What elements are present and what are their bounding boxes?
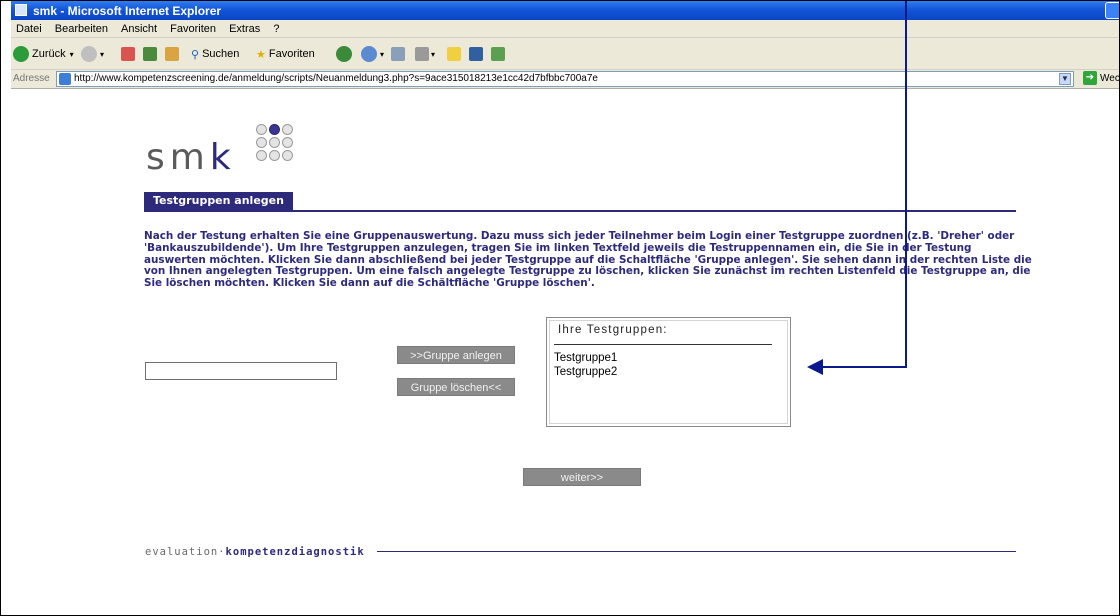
- forward-arrow-icon: [81, 46, 97, 62]
- arrow-left-icon: [807, 359, 823, 375]
- toolbar: Zurück ▾ ▾ ⚲ Suchen ★ Favoriten ▾ ▾: [11, 38, 1119, 70]
- menu-bar: Datei Bearbeiten Ansicht Favoriten Extra…: [11, 20, 1119, 38]
- group-list-title: Ihre Testgruppen:: [558, 324, 668, 336]
- mail-icon: [391, 47, 405, 61]
- ie-page-icon: [15, 4, 27, 16]
- address-bar: Adresse http://www.kompetenzscreening.de…: [11, 70, 1120, 89]
- media-icon: [336, 46, 352, 62]
- add-group-button[interactable]: >>Gruppe anlegen: [397, 346, 515, 364]
- chevron-down-icon: ▾: [100, 49, 105, 59]
- back-label: Zurück: [32, 48, 66, 60]
- search-label: Suchen: [202, 48, 240, 60]
- address-label: Adresse: [13, 73, 50, 84]
- instructions-text: Nach der Testung erhalten Sie eine Grupp…: [144, 230, 1032, 290]
- media-button[interactable]: [336, 45, 355, 63]
- title-bar: smk - Microsoft Internet Explorer: [11, 1, 1119, 20]
- go-arrow-icon: ➔: [1083, 71, 1097, 85]
- chevron-down-icon: ▾: [431, 49, 436, 59]
- go-label: Wechseln zu: [1100, 72, 1120, 84]
- group-list[interactable]: Ihre Testgruppen: Testgruppe1 Testgruppe…: [546, 317, 791, 427]
- chevron-down-icon[interactable]: ▼: [1059, 73, 1071, 85]
- go-button[interactable]: ➔ Wechseln zu: [1083, 71, 1120, 85]
- logo-text-sm: sm: [146, 137, 210, 178]
- page-icon: [59, 73, 71, 85]
- group-name-input[interactable]: [145, 362, 337, 380]
- logo-text-k: k: [209, 137, 236, 178]
- home-icon: [165, 47, 179, 61]
- window-control-button[interactable]: [1105, 2, 1119, 19]
- next-button[interactable]: weiter>>: [523, 468, 641, 486]
- print-icon: [415, 47, 429, 61]
- chevron-down-icon: ▾: [380, 49, 385, 59]
- window-title: smk - Microsoft Internet Explorer: [33, 4, 222, 18]
- search-button[interactable]: ⚲ Suchen: [191, 45, 239, 63]
- messenger-button[interactable]: [491, 45, 505, 63]
- browser-window: smk - Microsoft Internet Explorer Datei …: [0, 0, 1120, 616]
- research-button[interactable]: [469, 45, 483, 63]
- footer-line: [377, 551, 1016, 552]
- back-button[interactable]: Zurück ▾: [13, 45, 74, 63]
- list-item[interactable]: Testgruppe1: [554, 352, 617, 364]
- messenger-icon: [491, 47, 505, 61]
- chevron-down-icon: ▾: [69, 49, 74, 59]
- forward-button[interactable]: ▾: [81, 45, 104, 63]
- smk-logo: smk: [146, 137, 236, 178]
- delete-group-button[interactable]: Gruppe löschen<<: [397, 378, 515, 396]
- annotation-arrow-line: [905, 1, 907, 367]
- group-list-inner: Ihre Testgruppen: Testgruppe1 Testgruppe…: [549, 320, 788, 424]
- footer-prefix: evaluation·: [145, 546, 226, 558]
- favorites-label: Favoriten: [268, 48, 315, 60]
- footer-brand: evaluation·kompetenzdiagnostik: [145, 546, 365, 558]
- folder-button[interactable]: [447, 45, 461, 63]
- section-divider: [144, 210, 1016, 212]
- address-input[interactable]: http://www.kompetenzscreening.de/anmeldu…: [56, 71, 1074, 87]
- list-item[interactable]: Testgruppe2: [554, 366, 617, 378]
- menu-bearbeiten[interactable]: Bearbeiten: [50, 20, 113, 35]
- menu-ansicht[interactable]: Ansicht: [116, 20, 162, 35]
- logo-dots-icon: [256, 124, 304, 170]
- footer-strong: kompetenzdiagnostik: [225, 546, 365, 558]
- page-content: smk Testgruppen anlegen Nach der Testung…: [11, 90, 1119, 615]
- section-tab: Testgruppen anlegen: [144, 192, 293, 210]
- home-button[interactable]: [165, 45, 179, 63]
- research-icon: [469, 47, 483, 61]
- history-icon: [361, 46, 377, 62]
- favorites-button[interactable]: ★ Favoriten: [256, 45, 315, 63]
- annotation-arrow-line: [821, 366, 907, 368]
- menu-datei[interactable]: Datei: [11, 20, 47, 35]
- address-url: http://www.kompetenzscreening.de/anmeldu…: [74, 73, 598, 84]
- history-button[interactable]: ▾: [361, 45, 384, 63]
- mail-button[interactable]: [391, 45, 405, 63]
- search-icon: ⚲: [191, 48, 200, 61]
- stop-icon: [121, 47, 135, 61]
- list-divider: [554, 344, 772, 345]
- menu-favoriten[interactable]: Favoriten: [165, 20, 221, 35]
- menu-extras[interactable]: Extras: [224, 20, 265, 35]
- refresh-button[interactable]: [143, 45, 157, 63]
- print-button[interactable]: ▾: [415, 45, 435, 63]
- refresh-icon: [143, 47, 157, 61]
- stop-button[interactable]: [121, 45, 135, 63]
- menu-help[interactable]: ?: [268, 20, 284, 35]
- back-arrow-icon: [13, 46, 29, 62]
- folder-icon: [447, 47, 461, 61]
- star-icon: ★: [256, 48, 266, 61]
